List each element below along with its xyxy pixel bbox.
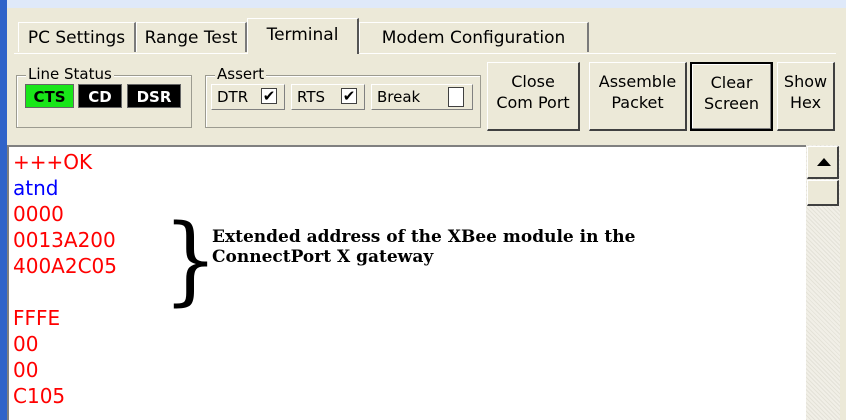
clear-screen-line1: Clear [710, 73, 753, 92]
dtr-label: DTR [217, 88, 249, 106]
assemble-packet-button[interactable]: Assemble Packet [589, 62, 687, 131]
annotation-text: Extended address of the XBee module in t… [212, 227, 636, 267]
vertical-scrollbar[interactable] [806, 145, 840, 420]
show-hex-button[interactable]: Show Hex [777, 62, 835, 131]
show-hex-line2: Hex [789, 93, 822, 112]
clear-screen-line2: Screen [703, 94, 759, 113]
tab-pc-settings[interactable]: PC Settings [18, 22, 136, 52]
terminal-line: 400A2C05 [13, 254, 117, 278]
close-com-port-line1: Close [511, 72, 555, 91]
break-check-box[interactable] [448, 87, 464, 107]
assemble-packet-line2: Packet [611, 93, 664, 112]
cd-indicator: CD [78, 84, 122, 108]
rts-checkbox[interactable]: RTS ✔ [291, 84, 365, 110]
tab-baseline [14, 53, 836, 54]
cts-indicator: CTS [25, 84, 74, 108]
line-status-title: Line Status [26, 65, 114, 83]
show-hex-line1: Show [783, 72, 828, 91]
tab-terminal[interactable]: Terminal [247, 18, 359, 54]
assemble-packet-line1: Assemble [598, 72, 677, 91]
arrow-up-icon [817, 158, 831, 166]
terminal-line: 00 [13, 332, 39, 356]
tab-modem-configuration[interactable]: Modem Configuration [359, 22, 589, 52]
tab-range-test[interactable]: Range Test [136, 22, 247, 52]
dsr-indicator: DSR [127, 84, 181, 108]
scroll-up-button[interactable] [807, 146, 839, 179]
assert-title: Assert [215, 65, 267, 83]
dtr-check-box[interactable]: ✔ [261, 88, 277, 104]
close-com-port-line2: Com Port [496, 93, 570, 112]
window-top-strip [7, 0, 846, 8]
terminal-line: C105 [13, 384, 66, 408]
terminal-output[interactable]: +++OK atnd 0000 0013A200 400A2C05 FFFE 0… [7, 145, 806, 420]
terminal-line: 00 [13, 358, 39, 382]
rts-label: RTS [297, 88, 326, 106]
dtr-checkbox[interactable]: DTR ✔ [211, 84, 285, 110]
terminal-line: FFFE [13, 306, 61, 330]
break-checkbox[interactable]: Break [371, 84, 473, 110]
terminal-lines: +++OK atnd 0000 0013A200 400A2C05 FFFE 0… [13, 149, 117, 409]
brace-icon: } [163, 204, 219, 316]
scrollbar-thumb[interactable] [807, 180, 839, 206]
window-frame-left [0, 0, 7, 420]
terminal-line: 0013A200 [13, 228, 116, 252]
clear-screen-button[interactable]: Clear Screen [690, 62, 773, 131]
terminal-line: atnd [13, 176, 59, 200]
break-label: Break [377, 88, 421, 106]
terminal-line: 0000 [13, 202, 64, 226]
close-com-port-button[interactable]: Close Com Port [487, 62, 580, 131]
tab-strip: PC Settings Range Test Terminal Modem Co… [18, 18, 838, 54]
terminal-line: +++OK [13, 150, 93, 174]
rts-check-box[interactable]: ✔ [341, 88, 357, 104]
